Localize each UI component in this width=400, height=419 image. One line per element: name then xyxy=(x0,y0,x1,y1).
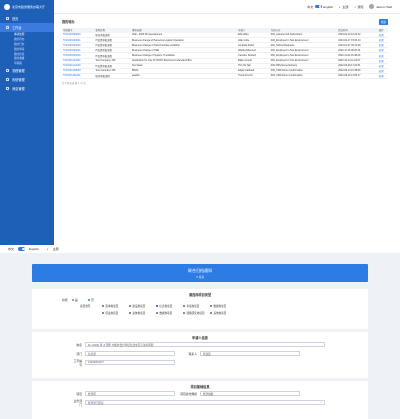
budget-field[interactable]: 经济规模 xyxy=(200,390,300,397)
type-option[interactable]: 数据类项目 xyxy=(156,311,183,315)
section-title: 请选择项目类型 xyxy=(188,293,212,297)
project-type-options: 项目类型 需求类项目 建设类项目 信息类项目 专项类项目 数据类项目 研发类项目… xyxy=(32,303,368,315)
palette-icon: ◐ xyxy=(339,4,341,9)
type-option[interactable]: 专项类项目 xyxy=(183,304,210,308)
contact-field[interactable]: 张益民 xyxy=(200,350,300,357)
form-title: 联合归档通知 xyxy=(188,268,212,273)
lang-chinese: 中文 xyxy=(8,247,15,251)
applicant-card: 申请人信息 姓名 ZL (2024) 年 JI 国华 中新外会计年结信息交互与生… xyxy=(32,332,368,378)
name-row: 姓名 ZL (2024) 年 JI 国华 中新外会计年结信息交互与生命周期 xyxy=(32,340,368,349)
desk-icon xyxy=(6,26,9,29)
dept-contact-row: 部门 信息部 联系人 张益民 xyxy=(32,349,368,358)
sidebar-item-system[interactable]: 系统管理 xyxy=(0,75,54,84)
table-row[interactable]: TF20221201001 项目审批流程 asasfw Travis French 00… xyxy=(62,73,388,79)
flow-icon xyxy=(6,68,9,72)
user-name: Jasmin Wall xyxy=(375,4,392,9)
type-option[interactable]: 研发类项目 xyxy=(102,311,129,315)
lang-english: English xyxy=(323,4,334,9)
table-cell: 项目审批流程 xyxy=(94,73,132,79)
sidebar-item-messages[interactable]: 消息管理 xyxy=(0,84,54,93)
bell-icon xyxy=(6,86,9,90)
section-title: 申请人信息 xyxy=(192,336,208,340)
lang-chinese: 中文 xyxy=(307,4,314,9)
sidebar-submenu: 事项处理 我的待办 我的已办 我的申请 我的抄送 我的收藏 草稿箱 xyxy=(0,32,54,66)
search-icon[interactable]: ⌕ xyxy=(321,401,322,404)
project-info-card: 项目基础信息 项目 经济研 项目资金规模 经济规模 业务部门 经济部门研究 ⌕ xyxy=(32,381,368,419)
type-option[interactable]: 建设类项目 xyxy=(129,304,156,308)
radio-no[interactable]: 否 xyxy=(87,298,94,302)
table-footer: 共 9 条记录 第 1 / 1 页 xyxy=(62,81,86,85)
gear-icon xyxy=(6,77,9,81)
lang-english: English xyxy=(29,247,39,251)
form-subtitle: IT 投资 xyxy=(195,276,205,279)
project-type-card: 请选择项目类型 新增 是 否 项目类型 需求类项目 建设类项目 信息类项目 专项… xyxy=(32,289,368,329)
request-id-link[interactable]: TF20221201001 xyxy=(62,73,95,79)
phone-field[interactable]: 13240000477 xyxy=(85,359,175,366)
process-action[interactable]: 处理 xyxy=(377,73,388,79)
section-title: 项目基础信息 xyxy=(190,385,210,389)
form-banner: 联合归档通知 IT 投资 xyxy=(32,264,368,282)
sidebar-item-home[interactable]: 首页 xyxy=(0,14,54,23)
language-switch[interactable]: 中文 English xyxy=(307,5,333,9)
table-cell: 000_CMS Demo Confirmation xyxy=(269,73,338,79)
type-option[interactable]: 数据类项目 xyxy=(210,304,240,308)
sidebar-item-workbench[interactable]: 工作台 xyxy=(0,23,54,32)
user-menu[interactable]: Jasmin Wall xyxy=(369,4,392,9)
home-icon xyxy=(6,17,9,20)
radio-yes[interactable]: 是 xyxy=(71,298,78,302)
phone-row: 工号编号 13240000477 xyxy=(32,358,368,367)
theme-label[interactable]: 主题 xyxy=(53,247,59,251)
page-title: 我的待办 xyxy=(62,20,75,25)
language-bar: 中文 English ◐ 主题 xyxy=(0,245,400,253)
logo-icon xyxy=(4,4,10,10)
todo-table: 申请编号 事项名称 事项标题 申请人 当前节点 提交时间 操作 TF202303… xyxy=(62,27,388,79)
palette-icon: ◐ xyxy=(46,247,49,251)
new-button[interactable]: 新建 xyxy=(378,19,388,25)
name-field[interactable]: ZL (2024) 年 JI 国华 中新外会计年结信息交互与生命周期 xyxy=(85,341,325,348)
type-option[interactable]: 课题研究类项目 xyxy=(183,311,210,315)
table-cell: 2022-09-10 14:05:17 xyxy=(337,73,378,79)
theme-menu[interactable]: ◐ 主题 xyxy=(339,5,348,9)
language-toggle[interactable] xyxy=(314,4,322,9)
sidebar: 北京市政务服务办事大厅 首页 工作台 事项处理 我的待办 我的已办 我的申请 我… xyxy=(0,0,54,252)
dept2-row: 业务部门 经济部门研究 ⌕ xyxy=(32,398,368,407)
bell-icon: ♪ xyxy=(354,4,356,9)
workspace-window: 北京市政务服务办事大厅 首页 工作台 事项处理 我的待办 我的已办 我的申请 我… xyxy=(0,0,400,252)
sidebar-item-process[interactable]: 流程管理 xyxy=(0,66,54,75)
notice-menu[interactable]: ♪ 通知 xyxy=(354,5,363,9)
project-field[interactable]: 经济研 xyxy=(85,390,175,397)
business-dept-field[interactable]: 经济部门研究 ⌕ xyxy=(85,399,325,406)
application-form: 联合归档通知 IT 投资 请选择项目类型 新增 是 否 项目类型 需求类项目 建… xyxy=(0,253,400,419)
type-option[interactable]: 需求类项目 xyxy=(102,304,129,308)
type-option[interactable]: 总体类项目 xyxy=(129,311,156,315)
type-option[interactable]: 其他类项目 xyxy=(210,311,240,315)
top-header: 中文 English ◐ 主题 ♪ 通知 Jasmin Wall xyxy=(54,0,400,14)
main-content: 我的待办 新建 申请编号 事项名称 事项标题 申请人 当前节点 提交时间 操作 … xyxy=(62,19,388,85)
logo-text: 北京市政务服务办事大厅 xyxy=(12,5,46,9)
table-cell: Travis French xyxy=(237,73,270,79)
list-header: 我的待办 新建 xyxy=(62,19,388,25)
table-cell: asasfw xyxy=(131,73,238,79)
type-option[interactable]: 信息类项目 xyxy=(156,304,183,308)
project-row: 项目 经济研 项目资金规模 经济规模 xyxy=(32,389,368,398)
avatar xyxy=(369,4,375,9)
department-field[interactable]: 信息部 xyxy=(85,350,175,357)
app-logo: 北京市政务服务办事大厅 xyxy=(0,0,54,14)
language-toggle[interactable] xyxy=(18,247,26,251)
